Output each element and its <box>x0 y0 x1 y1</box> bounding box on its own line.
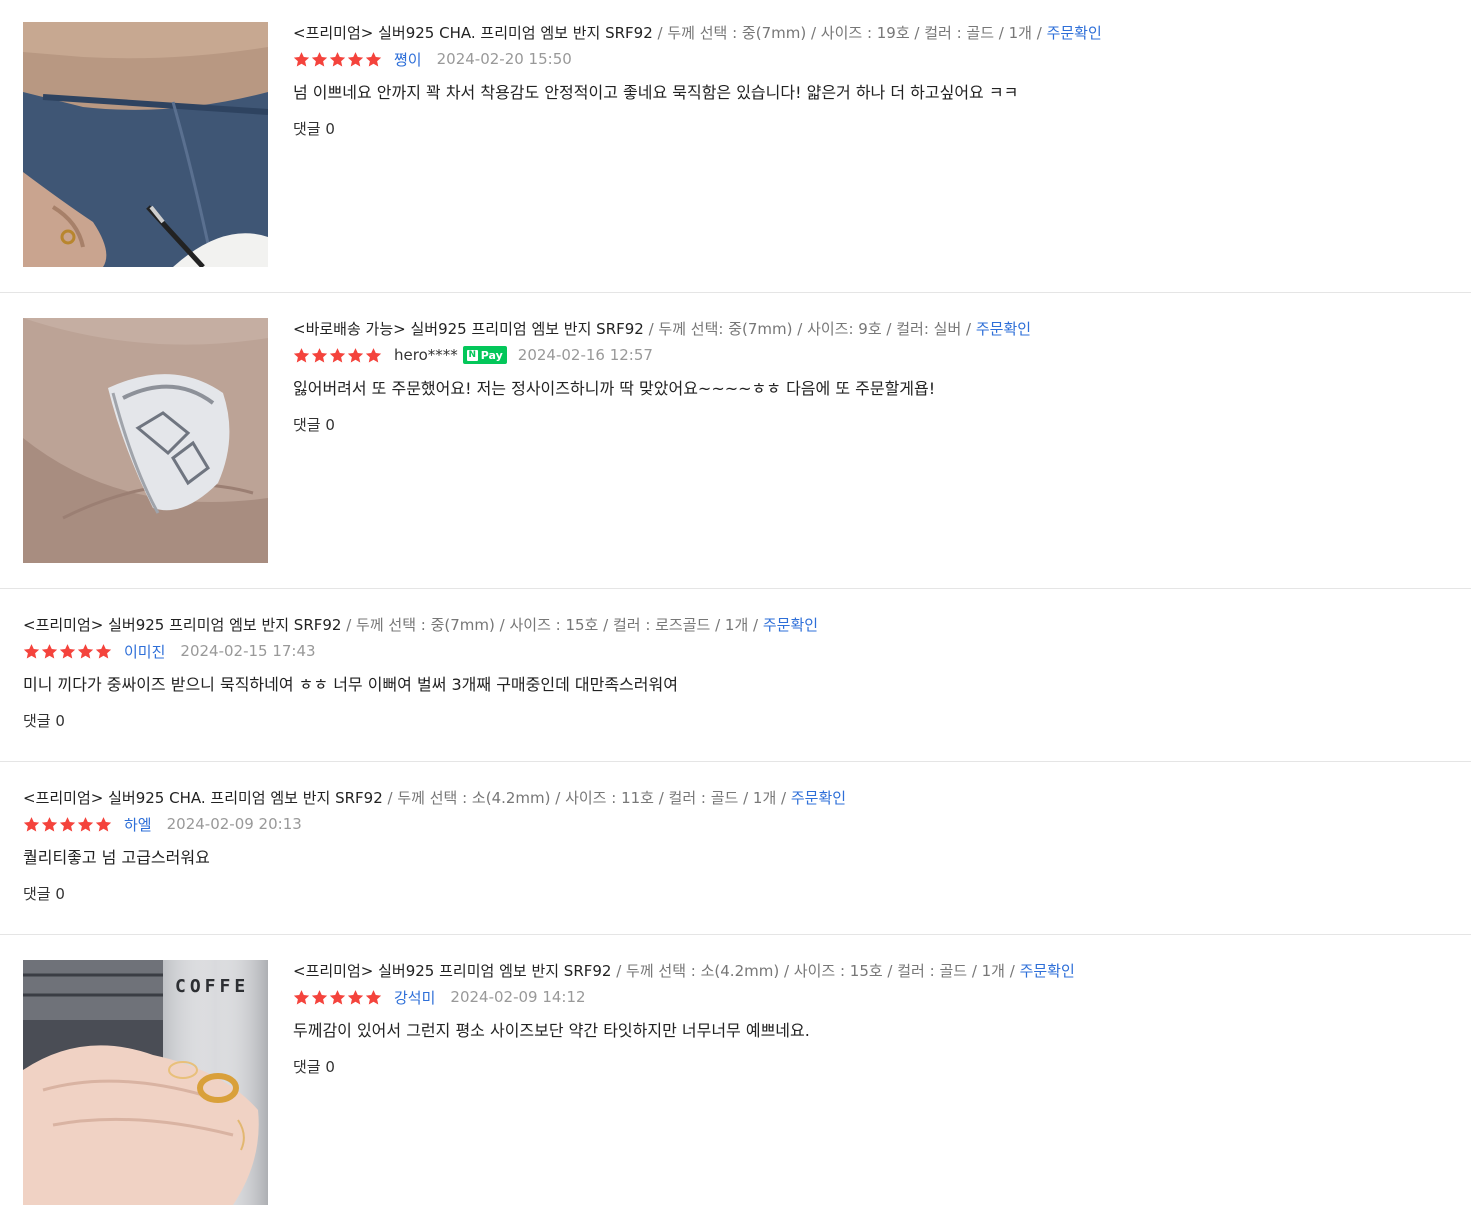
star-icon <box>311 989 328 1005</box>
product-info: <프리미엄> 실버925 CHA. 프리미엄 엠보 반지 SRF92 / 두께 … <box>23 787 846 809</box>
reviewer-name[interactable]: 쪙이 <box>394 49 422 70</box>
product-options: / 두께 선택 : 중(7mm) / 사이즈 : 19호 / 컬러 : 골드 /… <box>652 24 1047 42</box>
star-icon <box>347 51 364 67</box>
order-check-link[interactable]: 주문확인 <box>763 616 818 634</box>
star-icon <box>95 643 112 659</box>
rating-stars <box>293 989 383 1006</box>
rating-stars <box>23 643 113 660</box>
star-icon <box>311 347 328 363</box>
npay-badge-label: Pay <box>480 348 503 362</box>
naver-n-icon: N <box>466 349 478 361</box>
product-options: / 두께 선택: 중(7mm) / 사이즈: 9호 / 컬러: 실버 / <box>643 320 976 338</box>
star-icon <box>77 643 94 659</box>
review-item: <프리미엄> 실버925 CHA. 프리미엄 엠보 반지 SRF92 / 두께 … <box>0 0 1471 293</box>
product-info: <프리미엄> 실버925 프리미엄 엠보 반지 SRF92 / 두께 선택 : … <box>293 960 1075 982</box>
review-date: 2024-02-09 14:12 <box>450 988 586 1006</box>
rating-stars <box>293 51 383 68</box>
review-item: <프리미엄> 실버925 프리미엄 엠보 반지 SRF92 / 두께 선택 : … <box>0 589 1471 762</box>
reviewer-name: hero**** <box>394 346 458 364</box>
star-icon <box>365 347 382 363</box>
comment-count[interactable]: 댓글 0 <box>293 1056 1075 1078</box>
cup-logo-text: COFFE <box>175 976 249 997</box>
comment-count[interactable]: 댓글 0 <box>293 118 1102 140</box>
product-info: <바로배송 가능> 실버925 프리미엄 엠보 반지 SRF92 / 두께 선택… <box>293 318 1031 340</box>
product-name: <프리미엄> 실버925 프리미엄 엠보 반지 SRF92 <box>23 616 342 634</box>
star-icon <box>77 816 94 832</box>
product-info: <프리미엄> 실버925 CHA. 프리미엄 엠보 반지 SRF92 / 두께 … <box>293 22 1102 44</box>
product-name: <프리미엄> 실버925 CHA. 프리미엄 엠보 반지 SRF92 <box>23 789 383 807</box>
star-icon <box>23 643 40 659</box>
order-check-link[interactable]: 주문확인 <box>1020 962 1075 980</box>
review-meta: 쪙이 2024-02-20 15:50 <box>293 48 1102 70</box>
review-meta: 하엘 2024-02-09 20:13 <box>23 813 846 835</box>
review-date: 2024-02-16 12:57 <box>517 346 653 364</box>
review-photo[interactable]: COFFE <box>23 960 268 1205</box>
review-item: <바로배송 가능> 실버925 프리미엄 엠보 반지 SRF92 / 두께 선택… <box>0 293 1471 589</box>
review-meta: 이미진 2024-02-15 17:43 <box>23 640 818 662</box>
product-name: <프리미엄> 실버925 CHA. 프리미엄 엠보 반지 SRF92 <box>293 24 653 42</box>
review-date: 2024-02-15 17:43 <box>180 642 316 660</box>
star-icon <box>293 989 310 1005</box>
review-item: COFFE <프리미엄> 실버925 프리미엄 엠보 반지 SRF92 / 두께… <box>0 935 1471 1226</box>
review-date: 2024-02-20 15:50 <box>436 50 572 68</box>
star-icon <box>329 989 346 1005</box>
rating-stars <box>293 347 383 364</box>
star-icon <box>365 51 382 67</box>
comment-count[interactable]: 댓글 0 <box>23 710 818 732</box>
star-icon <box>347 989 364 1005</box>
review-text: 미니 끼다가 중싸이즈 받으니 묵직하네여 ㅎㅎ 너무 이뻐여 벌써 3개째 구… <box>23 675 678 694</box>
comment-count[interactable]: 댓글 0 <box>293 414 1031 436</box>
star-icon <box>95 816 112 832</box>
star-icon <box>365 989 382 1005</box>
rating-stars <box>23 816 113 833</box>
reviewer-name[interactable]: 강석미 <box>394 987 435 1008</box>
star-icon <box>293 51 310 67</box>
product-name: <바로배송 가능> 실버925 프리미엄 엠보 반지 SRF92 <box>293 320 644 338</box>
order-check-link[interactable]: 주문확인 <box>791 789 846 807</box>
star-icon <box>59 643 76 659</box>
review-photo[interactable] <box>23 22 268 267</box>
product-name: <프리미엄> 실버925 프리미엄 엠보 반지 SRF92 <box>293 962 612 980</box>
comment-count[interactable]: 댓글 0 <box>23 883 846 905</box>
product-info: <프리미엄> 실버925 프리미엄 엠보 반지 SRF92 / 두께 선택 : … <box>23 614 818 636</box>
review-text: 퀄리티좋고 넘 고급스러워요 <box>23 848 210 867</box>
reviewer-name[interactable]: 하엘 <box>124 814 152 835</box>
reviewer-name[interactable]: 이미진 <box>124 641 165 662</box>
order-check-link[interactable]: 주문확인 <box>976 320 1031 338</box>
product-options: / 두께 선택 : 소(4.2mm) / 사이즈 : 15호 / 컬러 : 골드… <box>611 962 1020 980</box>
star-icon <box>347 347 364 363</box>
review-text: 잃어버려서 또 주문했어요! 저는 정사이즈하니까 딱 맞았어요~~~~ㅎㅎ 다… <box>293 379 936 398</box>
order-check-link[interactable]: 주문확인 <box>1047 24 1102 42</box>
star-icon <box>329 51 346 67</box>
review-text: 넘 이쁘네요 안까지 꽉 차서 착용감도 안정적이고 좋네요 묵직함은 있습니다… <box>293 83 1019 102</box>
review-item: <프리미엄> 실버925 CHA. 프리미엄 엠보 반지 SRF92 / 두께 … <box>0 762 1471 935</box>
star-icon <box>23 816 40 832</box>
star-icon <box>329 347 346 363</box>
product-options: / 두께 선택 : 중(7mm) / 사이즈 : 15호 / 컬러 : 로즈골드… <box>341 616 763 634</box>
review-text: 두께감이 있어서 그런지 평소 사이즈보단 약간 타잇하지만 너무너무 예쁘네요… <box>293 1021 810 1040</box>
star-icon <box>293 347 310 363</box>
npay-badge: N Pay <box>462 346 507 364</box>
star-icon <box>59 816 76 832</box>
product-options: / 두께 선택 : 소(4.2mm) / 사이즈 : 11호 / 컬러 : 골드… <box>382 789 791 807</box>
star-icon <box>41 643 58 659</box>
review-photo[interactable] <box>23 318 268 563</box>
review-meta: 강석미 2024-02-09 14:12 <box>293 986 1075 1008</box>
review-date: 2024-02-09 20:13 <box>166 815 302 833</box>
star-icon <box>41 816 58 832</box>
review-meta: hero**** N Pay 2024-02-16 12:57 <box>293 344 1031 366</box>
star-icon <box>311 51 328 67</box>
